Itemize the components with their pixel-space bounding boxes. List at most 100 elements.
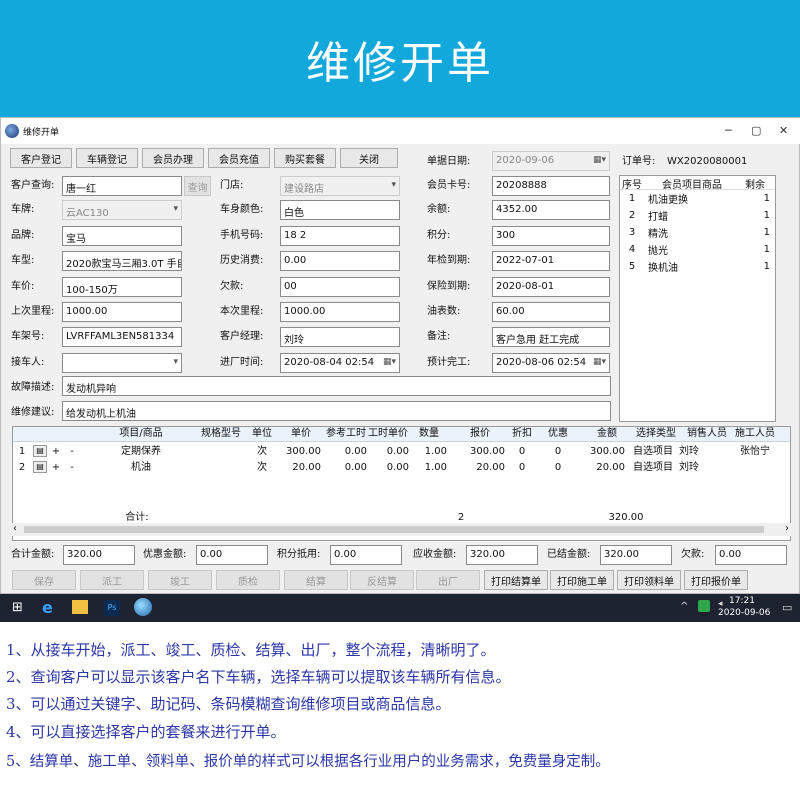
price-input[interactable]: 100-150万 [62,277,182,297]
inspection-button[interactable]: 质检 [216,570,280,590]
cell-offer[interactable]: 0 [541,461,575,475]
cell-select-type[interactable]: 自选项目 [633,445,683,459]
scroll-left-icon[interactable]: ‹ [13,523,17,534]
customer-query-input[interactable]: 唐一红 [62,176,182,196]
print-work-order-button[interactable]: 打印施工单 [550,570,614,590]
cell-sales[interactable]: 刘玲 [679,445,727,459]
buy-package-button[interactable]: 购买套餐 [274,148,336,168]
bill-date-picker[interactable]: 2020-09-06 [492,151,610,171]
query-button[interactable]: 查询 [184,176,211,196]
model-input[interactable]: 2020款宝马三厢3.0T 手自 [62,251,182,271]
history-input[interactable]: 0.00 [280,251,400,271]
file-explorer-icon[interactable] [72,600,88,614]
print-settlement-button[interactable]: 打印结算单 [484,570,548,590]
edge-browser-icon[interactable]: e [42,598,53,617]
package-row[interactable]: 5 换机油 1 [620,258,775,275]
dispatch-button[interactable]: 派工 [80,570,144,590]
fault-input[interactable]: 发动机异响 [62,376,611,396]
package-row[interactable]: 4 抛光 1 [620,241,775,258]
cell-hour-price[interactable]: 0.00 [367,461,409,475]
customer-register-button[interactable]: 客户登记 [10,148,72,168]
notification-icon[interactable]: ▭ [782,601,792,614]
cell-offer[interactable]: 0 [541,445,575,459]
cell-discount[interactable]: 0 [505,461,539,475]
cell-amount[interactable]: 300.00 [579,445,625,459]
plate-select[interactable]: 云AC130 [62,200,182,220]
balance-input[interactable]: 4352.00 [492,200,610,220]
color-input[interactable]: 白色 [280,200,400,220]
save-button[interactable]: 保存 [12,570,76,590]
cell-hour-price[interactable]: 0.00 [367,445,409,459]
cell-item[interactable]: 机油 [77,461,205,475]
insurance-input[interactable]: 2020-08-01 [492,277,610,297]
discount-input[interactable]: 0.00 [196,545,268,565]
row-delete-button[interactable]: - [67,461,77,475]
meter-input[interactable]: 60.00 [492,302,610,322]
row-add-button[interactable]: + [51,445,61,459]
remark-input[interactable]: 客户急用 赶工完成 [492,327,610,347]
cell-unit[interactable]: 次 [249,445,275,459]
row-select-icon[interactable]: ▤ [33,445,47,457]
cell-ref-hours[interactable]: 0.00 [325,461,367,475]
settle-button[interactable]: 结算 [284,570,348,590]
sum-input[interactable]: 320.00 [63,545,135,565]
vin-input[interactable]: LVRFFAML3EN581334 [62,327,182,347]
package-row[interactable]: 3 精洗 1 [620,224,775,241]
phone-input[interactable]: 18 2 [280,226,400,246]
cell-worker[interactable]: 张怡宁 [731,445,779,459]
complete-button[interactable]: 竣工 [148,570,212,590]
cell-discount[interactable]: 0 [505,445,539,459]
cell-qty[interactable]: 1.00 [411,445,447,459]
grid-horizontal-scrollbar[interactable]: ‹ › [12,523,791,536]
exit-factory-button[interactable]: 出厂 [416,570,480,590]
tray-app-icon[interactable] [698,600,710,612]
unsettle-button[interactable]: 反结算 [350,570,414,590]
receivable-input[interactable]: 320.00 [466,545,538,565]
print-quote-button[interactable]: 打印报价单 [684,570,748,590]
cell-sales[interactable]: 刘玲 [679,461,727,475]
settled-input[interactable]: 320.00 [600,545,672,565]
finish-time-picker[interactable]: 2020-08-06 02:54 [492,353,610,373]
row-select-icon[interactable]: ▤ [33,461,47,473]
cell-amount[interactable]: 20.00 [579,461,625,475]
cell-item[interactable]: 定期保养 [77,445,205,459]
scroll-right-icon[interactable]: › [785,523,789,534]
cell-quote[interactable]: 300.00 [455,445,505,459]
receiver-select[interactable] [62,353,182,373]
cell-price[interactable]: 20.00 [281,461,321,475]
package-row[interactable]: 1 机油更换 1 [620,190,775,207]
cell-select-type[interactable]: 自选项目 [633,461,683,475]
close-button[interactable]: 关闭 [340,148,398,168]
points-use-input[interactable]: 0.00 [330,545,402,565]
member-apply-button[interactable]: 会员办理 [142,148,204,168]
minimize-button[interactable]: ─ [725,124,732,137]
windows-start-icon[interactable]: ⊞ [12,600,23,615]
mileage-input[interactable]: 1000.00 [280,302,400,322]
maximize-button[interactable]: ▢ [751,124,761,137]
store-select[interactable]: 建设路店 [280,176,400,196]
print-material-button[interactable]: 打印领料单 [617,570,681,590]
entry-time-picker[interactable]: 2020-08-04 02:54 [280,353,400,373]
close-window-button[interactable]: ✕ [779,124,788,137]
vehicle-register-button[interactable]: 车辆登记 [76,148,138,168]
member-recharge-button[interactable]: 会员充值 [208,148,270,168]
cell-unit[interactable]: 次 [249,461,275,475]
package-row[interactable]: 2 打蜡 1 [620,207,775,224]
inspect-input[interactable]: 2022-07-01 [492,251,610,271]
card-input[interactable]: 20208888 [492,176,610,196]
row-delete-button[interactable]: - [67,445,77,459]
chevron-up-icon[interactable]: ^ [680,601,688,612]
points-input[interactable]: 300 [492,226,610,246]
last-mileage-input[interactable]: 1000.00 [62,302,182,322]
owed-input[interactable]: 0.00 [715,545,787,565]
brand-input[interactable]: 宝马 [62,226,182,246]
photoshop-icon[interactable]: Ps [104,600,120,616]
cell-price[interactable]: 300.00 [281,445,321,459]
cell-ref-hours[interactable]: 0.00 [325,445,367,459]
row-add-button[interactable]: + [51,461,61,475]
app-taskbar-icon[interactable] [134,598,152,616]
cell-quote[interactable]: 20.00 [455,461,505,475]
suggest-input[interactable]: 给发动机上机油 [62,401,611,421]
scroll-thumb[interactable] [24,526,764,533]
manager-input[interactable]: 刘玲 [280,327,400,347]
